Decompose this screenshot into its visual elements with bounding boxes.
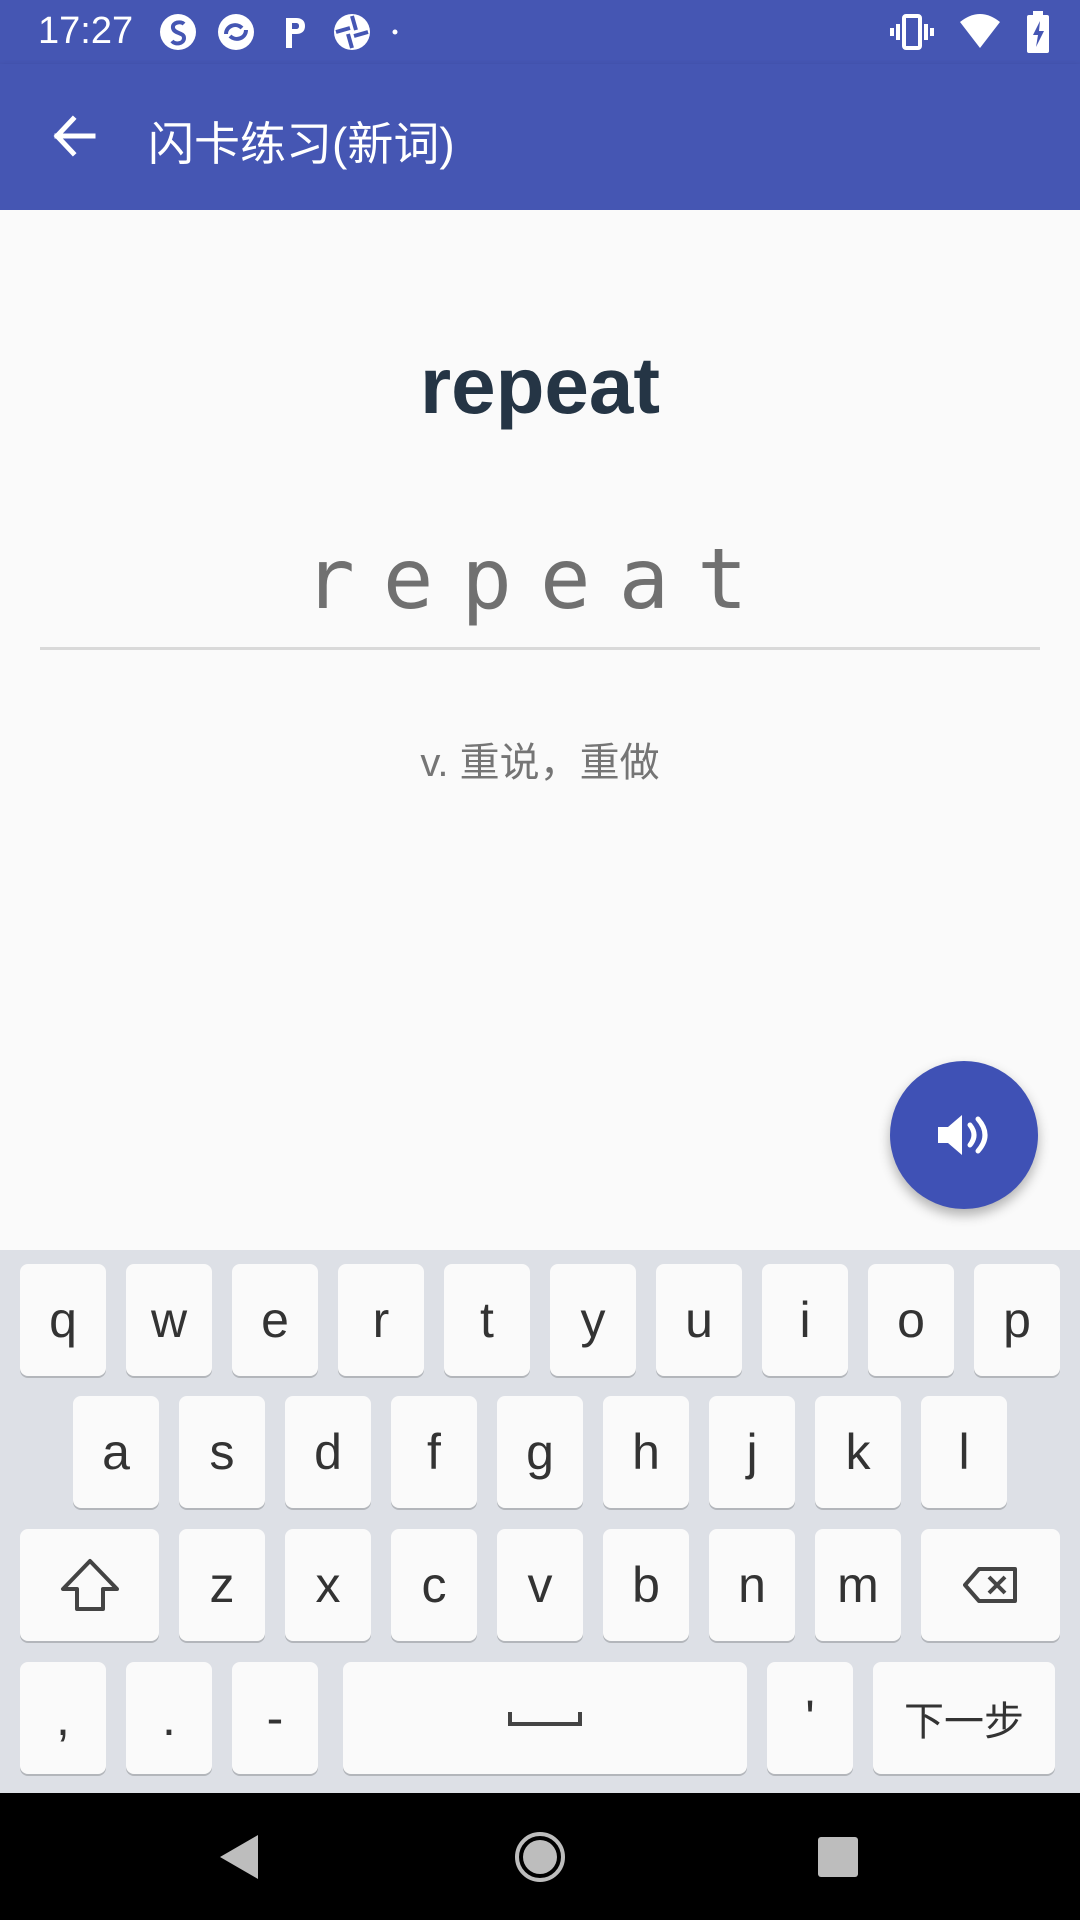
key-u[interactable]: u (656, 1264, 742, 1376)
key-w[interactable]: w (126, 1264, 212, 1376)
key-r[interactable]: r (338, 1264, 424, 1376)
volume-up-icon (938, 1115, 988, 1155)
key-x[interactable]: x (285, 1529, 371, 1641)
word-meaning: v. 重说，重做 (420, 741, 660, 785)
key-e[interactable]: e (232, 1264, 318, 1376)
key-q[interactable]: q (20, 1264, 106, 1376)
key-m[interactable]: m (815, 1529, 901, 1641)
arrow-back-icon (53, 115, 96, 157)
home-circle-icon (515, 1832, 565, 1882)
shift-key[interactable] (20, 1529, 159, 1641)
dot-icon (392, 29, 398, 35)
key-v[interactable]: v (497, 1529, 583, 1641)
page-title: 闪卡练习(新词) (148, 118, 455, 170)
key-comma[interactable]: , (20, 1662, 106, 1774)
key-dash[interactable]: - (232, 1662, 318, 1774)
next-step-key[interactable]: 下一步 (873, 1662, 1055, 1774)
key-apostrophe[interactable]: ' (767, 1662, 853, 1774)
s-app-icon (160, 14, 196, 50)
key-o[interactable]: o (868, 1264, 954, 1376)
key-i[interactable]: i (762, 1264, 848, 1376)
play-audio-button[interactable] (890, 1061, 1038, 1209)
key-f[interactable]: f (391, 1396, 477, 1508)
key-l[interactable]: l (921, 1396, 1007, 1508)
key-j[interactable]: j (709, 1396, 795, 1508)
back-triangle-icon (220, 1835, 258, 1879)
key-k[interactable]: k (815, 1396, 901, 1508)
key-t[interactable]: t (444, 1264, 530, 1376)
key-p[interactable]: p (974, 1264, 1060, 1376)
backspace-icon (962, 1567, 1017, 1603)
back-button[interactable] (36, 98, 112, 174)
key-b[interactable]: b (603, 1529, 689, 1641)
system-icons (866, 10, 1050, 54)
key-z[interactable]: z (179, 1529, 265, 1641)
key-s[interactable]: s (179, 1396, 265, 1508)
swirl-app-icon (218, 14, 254, 50)
recents-square-icon (818, 1837, 858, 1877)
key-d[interactable]: d (285, 1396, 371, 1508)
nav-recents-button[interactable] (796, 1815, 880, 1899)
status-time: 17:27 (38, 10, 134, 52)
status-bar: 17:27 (0, 0, 1080, 64)
flashcard-word: repeat (419, 341, 661, 430)
key-a[interactable]: a (73, 1396, 159, 1508)
key-c[interactable]: c (391, 1529, 477, 1641)
backspace-key[interactable] (921, 1529, 1060, 1641)
vibrate-icon (890, 14, 934, 50)
answer-input[interactable] (40, 510, 1040, 650)
key-g[interactable]: g (497, 1396, 583, 1508)
shift-arrow-icon (60, 1559, 119, 1611)
key-h[interactable]: h (603, 1396, 689, 1508)
p-app-icon (286, 18, 305, 48)
nav-home-button[interactable] (498, 1815, 582, 1899)
space-key[interactable] (343, 1662, 747, 1774)
wifi-icon (960, 14, 1000, 48)
key-n[interactable]: n (709, 1529, 795, 1641)
nav-back-button[interactable] (196, 1815, 280, 1899)
app-bar: 闪卡练习(新词) (0, 64, 1080, 210)
key-y[interactable]: y (550, 1264, 636, 1376)
soft-keyboard: q w e r t y u i o p a s d f g h j k l z … (0, 1250, 1080, 1793)
flashcard: repeat v. 重说，重做 (0, 210, 1080, 1250)
notification-icons (158, 10, 428, 54)
battery-charging-icon (1027, 11, 1049, 53)
system-navigation-bar (0, 1793, 1080, 1920)
space-bar-icon (508, 1712, 582, 1726)
aperture-app-icon (334, 14, 370, 50)
key-period[interactable]: . (126, 1662, 212, 1774)
